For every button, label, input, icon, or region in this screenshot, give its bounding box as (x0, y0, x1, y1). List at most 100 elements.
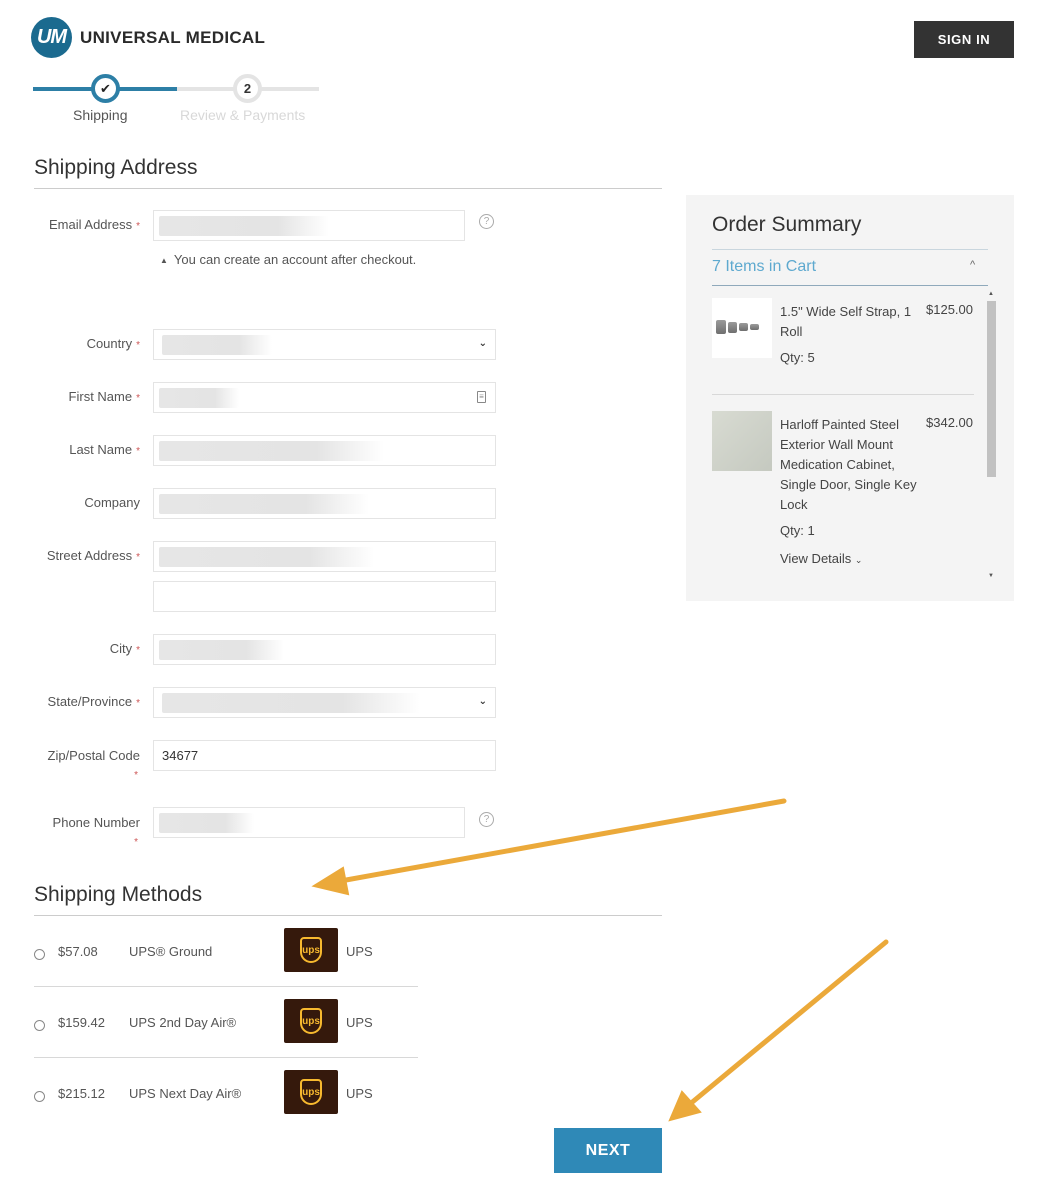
cart-item: Harloff Painted Steel Exterior Wall Moun… (712, 411, 974, 581)
required-marker: * (136, 645, 140, 656)
redacted-value (162, 335, 272, 355)
phone-input[interactable] (153, 807, 465, 838)
item-name: Harloff Painted Steel Exterior Wall Moun… (780, 417, 917, 512)
order-summary-title: Order Summary (712, 213, 862, 236)
redacted-value (159, 494, 369, 514)
chevron-down-icon: ⌄ (478, 338, 487, 349)
company-label: Company (30, 495, 140, 510)
cart-item: 1.5" Wide Self Strap, 1 Roll $125.00 Qty… (712, 298, 974, 398)
ups-shield: ups (300, 1079, 322, 1105)
city-label: City * (30, 641, 140, 656)
item-divider (712, 394, 974, 395)
step-shipping-label[interactable]: Shipping (73, 107, 128, 123)
arrowhead-icon (668, 1090, 702, 1122)
method-carrier: UPS (346, 1086, 373, 1101)
step-review-label: Review & Payments (180, 107, 306, 123)
street-address-label-text: Street Address (46, 548, 133, 563)
roll-shape (739, 323, 748, 331)
triangle-up-icon: ▲ (160, 256, 168, 265)
cart-items-list[interactable]: 1.5" Wide Self Strap, 1 Roll $125.00 Qty… (712, 293, 1002, 585)
country-select[interactable]: ⌄ (153, 329, 496, 360)
chevron-up-icon[interactable]: ^ (970, 259, 975, 271)
ups-shield: ups (300, 937, 322, 963)
annotation-arrow-to-next (687, 939, 889, 1107)
shipping-method-radio[interactable] (34, 949, 45, 960)
street-address-line1-input[interactable] (153, 541, 496, 572)
ups-shield: ups (300, 1008, 322, 1034)
roll-shape (728, 321, 737, 333)
items-in-cart-toggle[interactable]: 7 Items in Cart (712, 258, 816, 276)
next-button[interactable]: NEXT (554, 1128, 662, 1173)
zip-input[interactable]: 34677 (153, 740, 496, 771)
zip-label: Zip/Postal Code * (30, 747, 141, 785)
required-marker: * (136, 698, 140, 709)
scrollbar-thumb[interactable] (987, 301, 996, 477)
required-marker: * (136, 393, 140, 404)
email-input[interactable] (153, 210, 465, 241)
shipping-address-title: Shipping Address (34, 156, 198, 179)
ups-logo-icon: ups (284, 928, 338, 972)
phone-help-icon[interactable]: ? (479, 812, 494, 827)
section-divider (34, 915, 662, 916)
email-label-text: Email Address (49, 217, 133, 232)
scroll-down-arrow-icon[interactable]: ▼ (988, 573, 994, 579)
sign-in-button[interactable]: SIGN IN (914, 21, 1014, 58)
company-label-text: Company (84, 495, 140, 510)
view-details-link[interactable]: View Details ⌄ (780, 551, 862, 566)
state-label: State/Province * (30, 694, 140, 709)
view-details-text: View Details (780, 551, 852, 566)
method-carrier: UPS (346, 944, 373, 959)
country-label-text: Country (86, 336, 133, 351)
email-label: Email Address * (30, 217, 140, 232)
state-label-text: State/Province (47, 694, 133, 709)
method-name: UPS 2nd Day Air® (129, 1015, 237, 1030)
email-help-icon[interactable]: ? (479, 214, 494, 229)
step-shipping-checkmark-icon: ✔ (91, 74, 120, 103)
shipping-method-radio[interactable] (34, 1091, 45, 1102)
redacted-value (159, 388, 239, 408)
strap-rolls-image (716, 320, 759, 334)
item-qty: Qty: 1 (780, 523, 815, 538)
arrowhead-icon (311, 866, 350, 896)
required-marker: * (136, 340, 140, 351)
shipping-methods-title: Shipping Methods (34, 883, 203, 906)
last-name-label: Last Name * (30, 442, 140, 457)
summary-divider (712, 285, 988, 286)
city-input[interactable] (153, 634, 496, 665)
scroll-up-arrow-icon[interactable]: ▲ (988, 291, 994, 297)
method-divider (34, 1057, 418, 1058)
company-input[interactable] (153, 488, 496, 519)
shipping-method-radio[interactable] (34, 1020, 45, 1031)
shipping-method-row[interactable]: $215.12 UPS Next Day Air® ups UPS (34, 1070, 418, 1130)
method-carrier: UPS (346, 1015, 373, 1030)
zip-label-text: Zip/Postal Code (47, 748, 141, 763)
state-select[interactable]: ⌄ (153, 687, 496, 718)
shipping-method-row[interactable]: $57.08 UPS® Ground ups UPS (34, 928, 418, 988)
account-hint: ▲ You can create an account after checkou… (160, 252, 416, 267)
redacted-value (162, 693, 420, 713)
phone-label: Phone Number * (30, 814, 140, 852)
item-price: $125.00 (926, 302, 973, 317)
autofill-contact-icon[interactable]: ≡ (477, 391, 486, 403)
item-qty: Qty: 5 (780, 350, 815, 365)
account-hint-text: You can create an account after checkout… (173, 252, 417, 267)
redacted-value (159, 813, 254, 833)
required-marker: * (136, 221, 140, 232)
country-label: Country * (30, 336, 140, 351)
redacted-value (159, 441, 384, 461)
city-label-text: City (109, 641, 133, 656)
cabinet-image (712, 411, 772, 471)
first-name-label: First Name * (30, 389, 140, 404)
cart-scrollbar[interactable]: ▲ ▼ (985, 291, 997, 585)
chevron-down-icon: ⌄ (854, 555, 863, 565)
first-name-input[interactable]: ≡ (153, 382, 496, 413)
brand-logo[interactable]: UM UNIVERSAL MEDICAL (31, 17, 265, 58)
section-divider (34, 188, 662, 189)
shipping-method-row[interactable]: $159.42 UPS 2nd Day Air® ups UPS (34, 999, 418, 1059)
last-name-input[interactable] (153, 435, 496, 466)
street-address-line2-input[interactable] (153, 581, 496, 612)
method-divider (34, 986, 418, 987)
method-price: $159.42 (58, 1015, 105, 1030)
roll-shape (716, 320, 726, 334)
required-marker: * (136, 552, 140, 563)
